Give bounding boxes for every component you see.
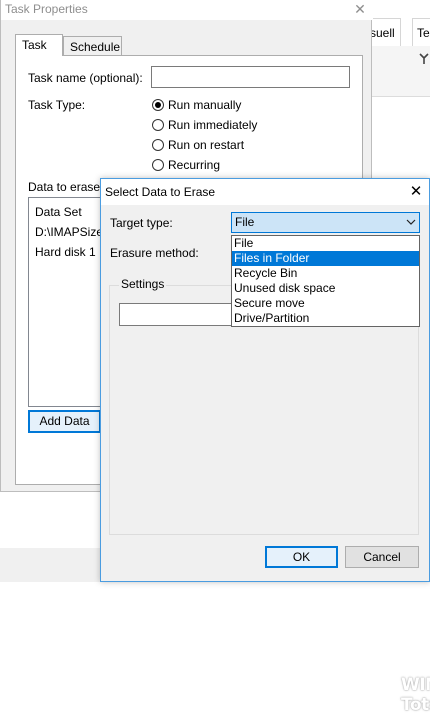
background-tabstrip: suell Tes — [365, 18, 430, 46]
option-drive-partition[interactable]: Drive/Partition — [232, 311, 419, 326]
ok-button[interactable]: OK — [265, 546, 338, 568]
radio-indicator[interactable] — [152, 159, 164, 171]
title-bar: Task Properties ✕ — [1, 0, 373, 20]
settings-group-label: Settings — [119, 277, 167, 291]
add-data-button[interactable]: Add Data — [28, 410, 101, 433]
task-type-label: Task Type: — [28, 98, 86, 112]
task-name-input[interactable] — [151, 66, 350, 88]
data-to-erase-label: Data to erase: — [28, 180, 104, 194]
option-file[interactable]: File — [232, 236, 419, 251]
list-item[interactable]: D:\IMAPSize — [35, 225, 103, 239]
target-type-label: Target type: — [110, 216, 173, 230]
option-files-in-folder[interactable]: Files in Folder — [232, 251, 419, 266]
radio-indicator[interactable] — [152, 139, 164, 151]
background-footer — [0, 548, 100, 582]
chevron-down-icon[interactable] — [406, 219, 416, 226]
list-item[interactable]: Hard disk 1 — [35, 245, 96, 259]
cancel-button[interactable]: Cancel — [345, 546, 419, 568]
tab-schedule[interactable]: Schedule — [63, 36, 122, 56]
close-icon[interactable]: ✕ — [405, 181, 427, 203]
option-recycle-bin[interactable]: Recycle Bin — [232, 266, 419, 281]
background-tab-2[interactable]: Tes — [412, 18, 430, 46]
target-type-value: File — [235, 215, 255, 229]
select-data-dialog: Select Data to Erase ✕ Target type: File… — [100, 178, 430, 715]
radio-indicator[interactable] — [152, 119, 164, 131]
radio-indicator[interactable] — [152, 99, 164, 111]
dialog-title: Select Data to Erase — [105, 185, 216, 199]
settings-path-input[interactable] — [119, 303, 239, 326]
target-type-dropdown[interactable]: File Files in Folder Recycle Bin Unused … — [231, 235, 420, 327]
watermark: WIN Tota — [401, 675, 430, 715]
tab-task[interactable]: Task — [15, 34, 63, 56]
erasure-method-label: Erasure method: — [110, 246, 199, 260]
background-toolbar — [365, 46, 430, 97]
option-secure-move[interactable]: Secure move — [232, 296, 419, 311]
task-name-label: Task name (optional): — [28, 71, 143, 85]
split-icon[interactable] — [418, 52, 430, 66]
dialog-title-bar: Select Data to Erase ✕ — [101, 179, 429, 205]
close-icon[interactable]: ✕ — [351, 0, 369, 18]
option-unused-disk-space[interactable]: Unused disk space — [232, 281, 419, 296]
data-list-header: Data Set — [35, 205, 82, 219]
target-type-select[interactable]: File — [231, 212, 420, 233]
window-title: Task Properties — [5, 2, 88, 16]
